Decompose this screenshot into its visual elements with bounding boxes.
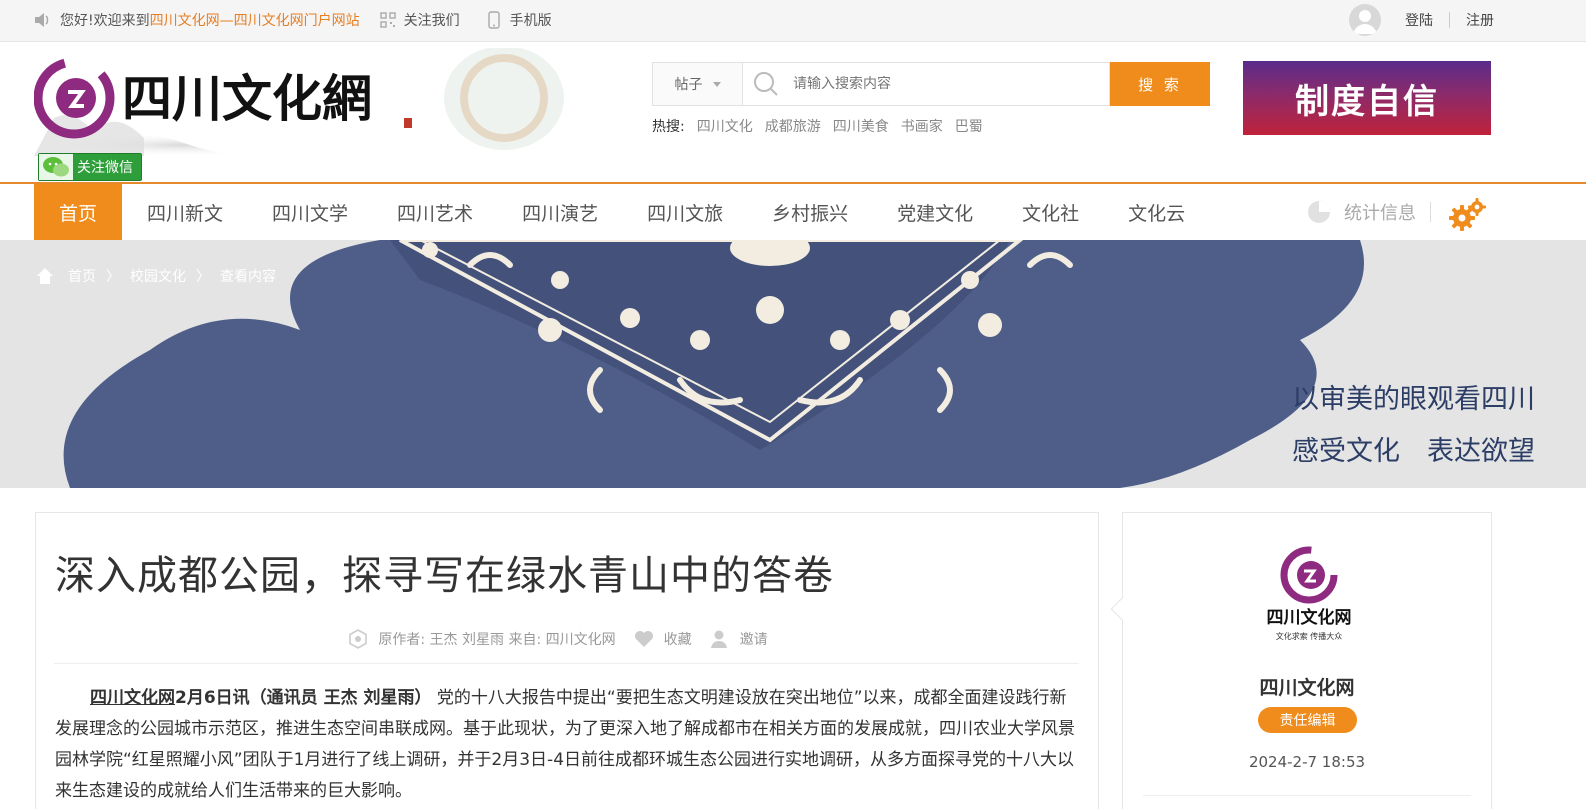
- article-meta: 原作者: 王杰 刘星雨 来自: 四川文化网 收藏 邀请: [36, 629, 1098, 649]
- nav-item-rural-revitalization[interactable]: 乡村振兴: [747, 184, 872, 240]
- divider: [54, 663, 1079, 664]
- breadcrumb-home[interactable]: 首页: [68, 266, 96, 286]
- slogan-line: 感受文化 表达欲望: [1292, 436, 1535, 467]
- site-home-link[interactable]: 四川文化网—四川文化网门户网站: [150, 10, 360, 30]
- search-type-select[interactable]: 帖子: [652, 62, 742, 106]
- nav-item-culture-cloud[interactable]: 文化云: [1103, 184, 1209, 240]
- author-logo[interactable]: 四川文化网 文化求索 传播大众: [1257, 545, 1361, 645]
- breadcrumb: 首页 〉 校园文化 〉 查看内容: [36, 266, 276, 286]
- hot-searches: 热搜: 四川文化 成都旅游 四川美食 书画家 巴蜀: [652, 116, 983, 136]
- article-body: 四川文化网2月6日讯（通讯员 王杰 刘星雨） 党的十八大报告中提出“要把生态文明…: [55, 683, 1078, 807]
- chevron-right-icon: 〉: [196, 269, 210, 285]
- role-badge: 责任编辑: [1258, 707, 1357, 733]
- hot-search-term[interactable]: 四川文化: [697, 116, 753, 136]
- hero-slogan: 以审美的眼观看四川 感受文化 表达欲望: [1292, 374, 1535, 478]
- slogan-line: 以审美的眼观看四川: [1292, 384, 1535, 415]
- search-field[interactable]: [742, 62, 1110, 106]
- chevron-right-icon: 〉: [106, 269, 120, 285]
- author-name[interactable]: 四川文化网: [1123, 673, 1491, 700]
- nav-item-sichuan-tourism[interactable]: 四川文旅: [622, 184, 747, 240]
- hot-search-term[interactable]: 巴蜀: [955, 116, 983, 136]
- gear-icon[interactable]: [1448, 196, 1488, 232]
- hero-banner: 首页 〉 校园文化 〉 查看内容 以审美的眼观看四川 感受文化 表达欲望: [0, 240, 1586, 488]
- hot-search-term[interactable]: 四川美食: [833, 116, 889, 136]
- author-card: 四川文化网 文化求索 传播大众 四川文化网 责任编辑 2024-2-7 18:5…: [1110, 512, 1492, 809]
- search-button[interactable]: 搜 索: [1110, 62, 1210, 106]
- nav-item-party-culture[interactable]: 党建文化: [872, 184, 997, 240]
- avatar[interactable]: [1349, 4, 1381, 36]
- article-title: 深入成都公园，探寻写在绿水青山中的答卷: [55, 553, 834, 599]
- site-logo[interactable]: 四川文化網: [34, 48, 564, 156]
- author-text: 原作者: 王杰 刘星雨 来自: 四川文化网: [378, 632, 616, 648]
- phone-icon: [487, 11, 500, 29]
- article-source[interactable]: 四川文化网: [90, 688, 175, 708]
- home-icon[interactable]: [36, 267, 54, 285]
- article-panel: 深入成都公园，探寻写在绿水青山中的答卷 原作者: 王杰 刘星雨 来自: 四川文化…: [35, 512, 1099, 809]
- banner-ad[interactable]: 制度自信: [1243, 61, 1491, 135]
- nav-items: 首页 四川新文 四川文学 四川艺术 四川演艺 四川文旅 乡村振兴 党建文化 文化…: [34, 184, 1209, 240]
- nav-item-sichuan-art[interactable]: 四川艺术: [372, 184, 497, 240]
- nav-item-sichuan-performance[interactable]: 四川演艺: [497, 184, 622, 240]
- nav-item-culture-society[interactable]: 文化社: [997, 184, 1103, 240]
- follow-us-link[interactable]: 关注我们: [379, 10, 460, 30]
- pie-chart-icon: [1308, 201, 1330, 223]
- favorite-button[interactable]: 收藏: [634, 629, 692, 649]
- top-bar-left: 您好!欢迎来到 四川文化网—四川文化网门户网站 关注我们 手机版: [34, 0, 580, 40]
- speaker-icon: [35, 13, 49, 27]
- author-logo-name: 四川文化网: [1267, 607, 1352, 628]
- invite-label: 邀请: [739, 632, 768, 648]
- author-info: 原作者: 王杰 刘星雨 来自: 四川文化网: [348, 629, 616, 649]
- banner-ad-text: 制度自信: [1295, 81, 1439, 122]
- breadcrumb-campus-culture[interactable]: 校园文化: [130, 266, 186, 286]
- article-lead: 2月6日讯（通讯员 王杰 刘星雨）: [175, 688, 432, 708]
- nav-item-sichuan-literature[interactable]: 四川文学: [247, 184, 372, 240]
- user-avatar-icon: [1353, 10, 1377, 34]
- stats-label: 统计信息: [1344, 203, 1416, 224]
- wechat-follow-label: 关注微信: [77, 160, 133, 176]
- nav-item-sichuan-news[interactable]: 四川新文: [122, 184, 247, 240]
- chevron-down-icon: [712, 81, 721, 87]
- main-nav: 首页 四川新文 四川文学 四川艺术 四川演艺 四川文旅 乡村振兴 党建文化 文化…: [0, 182, 1586, 240]
- wechat-icon: [39, 154, 73, 180]
- favorite-label: 收藏: [663, 632, 692, 648]
- card-pointer: [1110, 597, 1134, 621]
- nav-item-home[interactable]: 首页: [34, 184, 123, 240]
- hot-search-label: 热搜:: [652, 119, 685, 135]
- author-icon: [349, 629, 368, 649]
- heart-icon: [634, 631, 653, 647]
- search-input[interactable]: [793, 76, 1093, 92]
- breadcrumb-current: 查看内容: [220, 269, 276, 285]
- divider: [1143, 795, 1471, 796]
- hot-search-term[interactable]: 书画家: [901, 116, 943, 136]
- mobile-version-link[interactable]: 手机版: [487, 10, 552, 30]
- follow-us-label: 关注我们: [403, 13, 460, 29]
- top-bar: 您好!欢迎来到 四川文化网—四川文化网门户网站 关注我们 手机版 登陆 注册: [0, 0, 1586, 42]
- greeting-text: 您好!欢迎来到: [60, 13, 150, 29]
- publish-date: 2024-2-7 18:53: [1248, 753, 1366, 771]
- hot-search-term[interactable]: 成都旅游: [765, 116, 821, 136]
- site-header: 四川文化網 关注微信 帖子 搜 索 热搜: 四川文化 成都旅游: [0, 42, 1586, 182]
- login-link[interactable]: 登陆: [1405, 10, 1433, 30]
- qr-code-icon: [379, 12, 396, 28]
- user-icon: [710, 630, 727, 648]
- logo-text: 四川文化網: [122, 69, 372, 128]
- divider: [1430, 202, 1431, 222]
- search-icon: [754, 72, 778, 96]
- wechat-follow-button[interactable]: 关注微信: [38, 153, 142, 181]
- invite-button[interactable]: 邀请: [710, 629, 768, 649]
- divider: [1449, 12, 1450, 28]
- stats-link[interactable]: 统计信息: [1308, 184, 1431, 240]
- mobile-version-label: 手机版: [509, 13, 552, 29]
- top-bar-right: 登陆 注册: [1349, 0, 1494, 40]
- register-link[interactable]: 注册: [1466, 10, 1494, 30]
- search-box: 帖子 搜 索: [652, 62, 1210, 106]
- author-logo-tagline: 文化求索 传播大众: [1276, 631, 1343, 641]
- search-type-value: 帖子: [674, 77, 703, 93]
